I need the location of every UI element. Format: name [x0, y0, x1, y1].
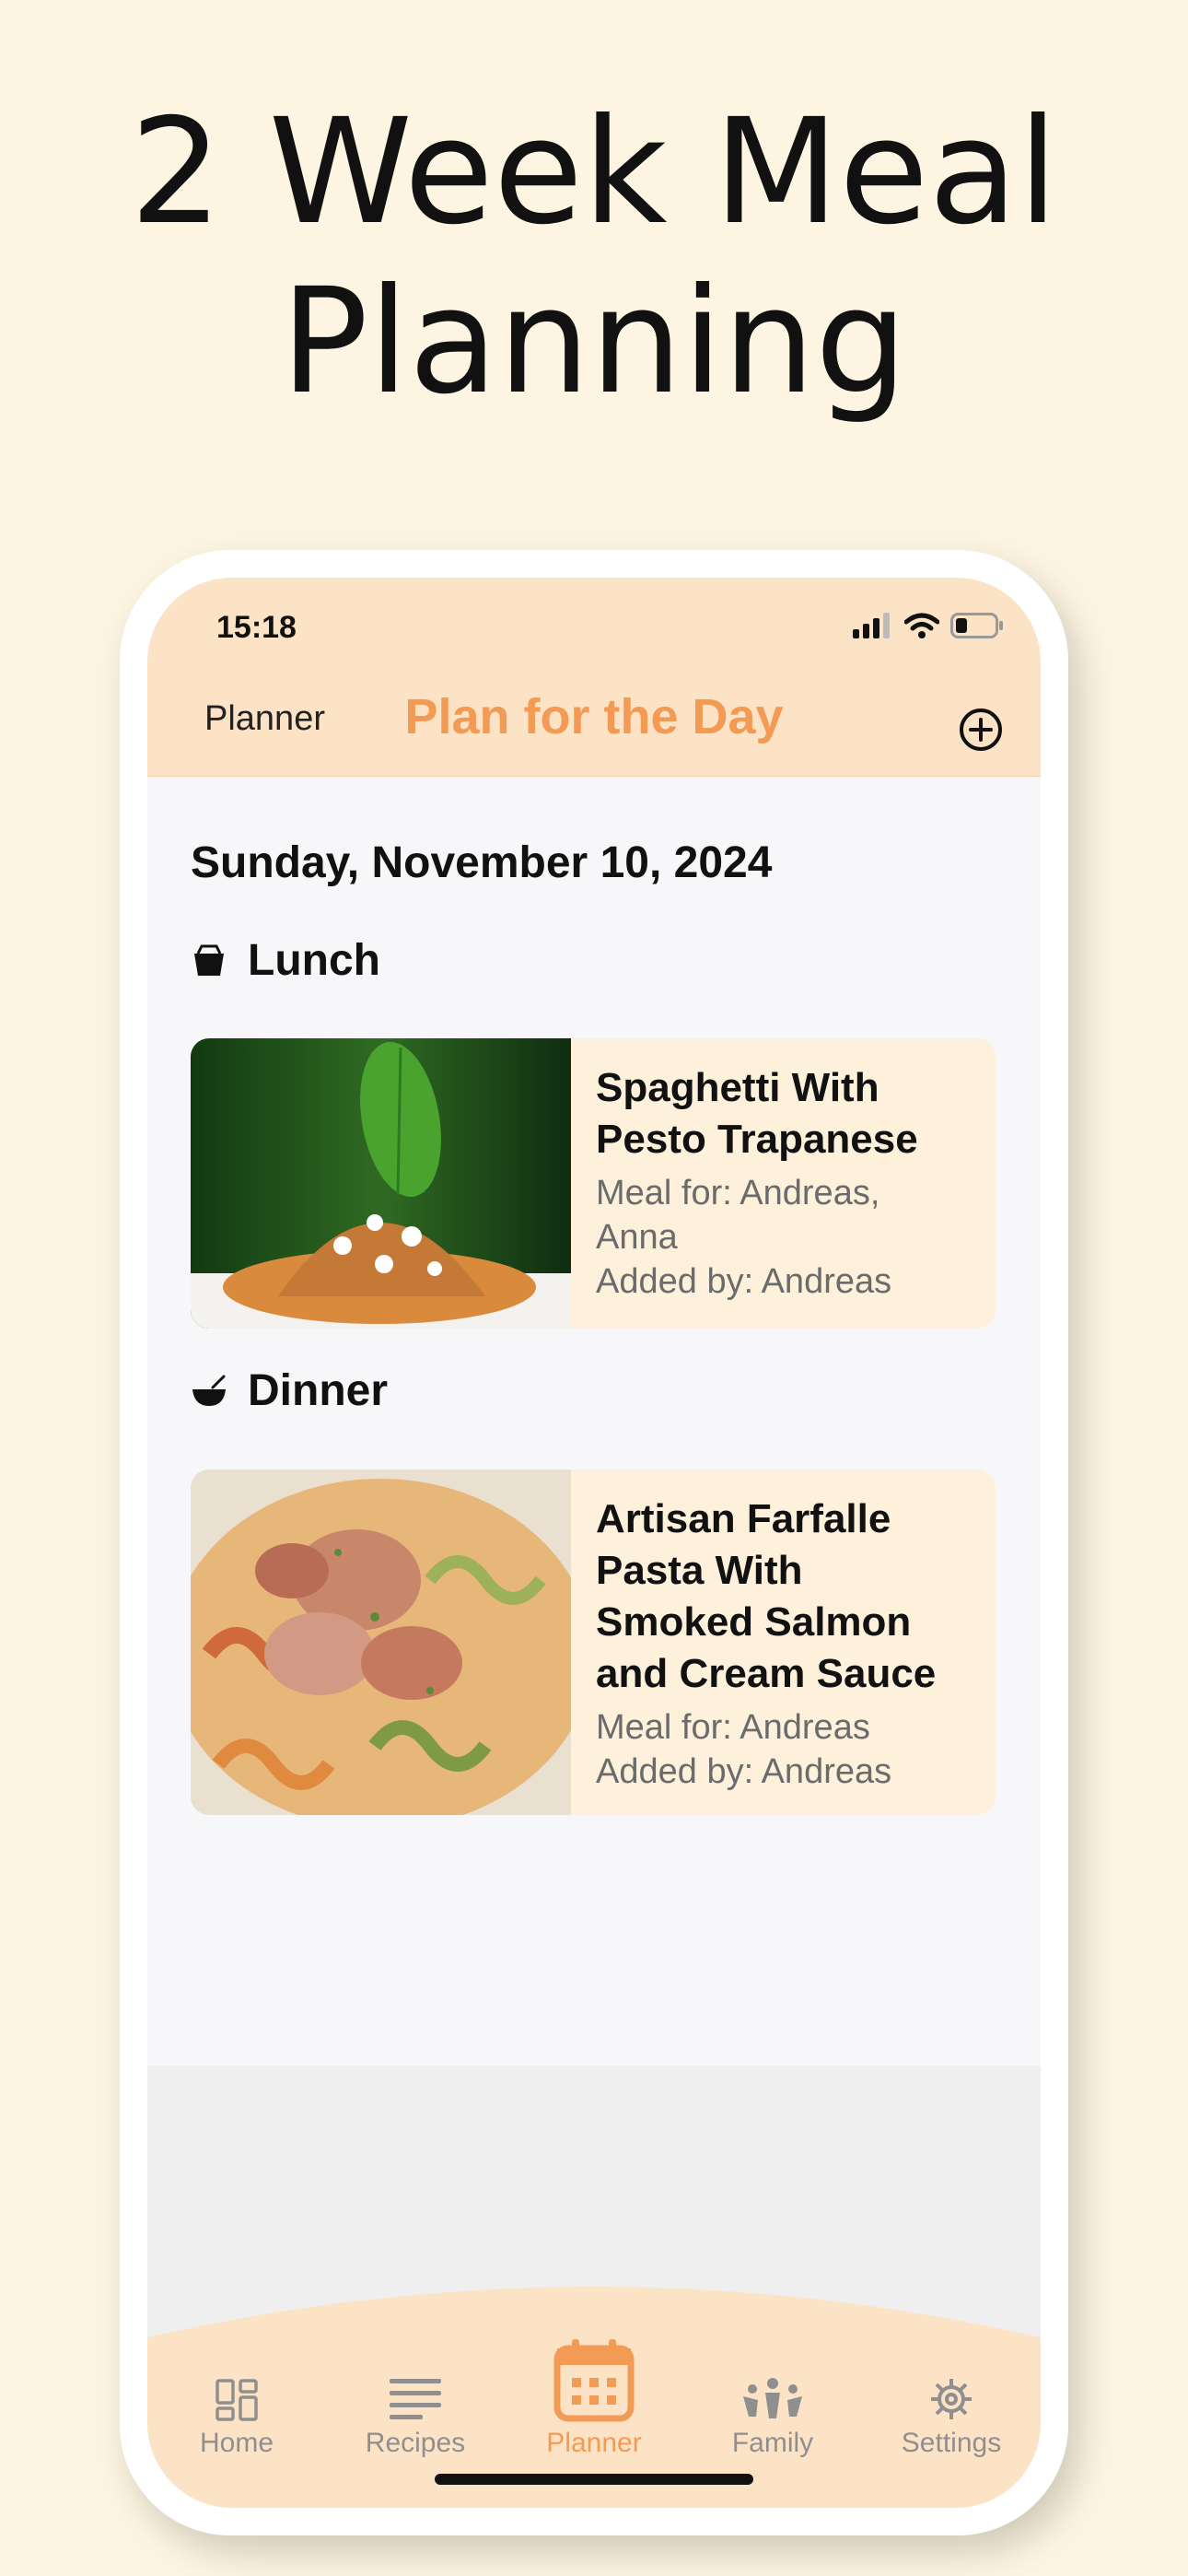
meal-photo: [191, 1038, 571, 1329]
meal-for-line: Meal for: Andreas,: [596, 1174, 880, 1212]
meal-for-line: Meal for: Andreas: [596, 1708, 870, 1747]
meal-name-line: Pasta With: [596, 1548, 803, 1593]
meal-name-line: Artisan Farfalle: [596, 1496, 891, 1541]
section-label: Lunch: [248, 936, 380, 985]
section-lunch-title: Lunch: [191, 935, 380, 986]
meal-card-lunch[interactable]: Spaghetti With Pesto Trapanese Meal for:…: [191, 1038, 996, 1329]
meal-for: Meal for: Andreas: [596, 1705, 977, 1750]
meal-info: Artisan Farfalle Pasta With Smoked Salmo…: [596, 1493, 977, 1794]
calendar-icon: [553, 2339, 635, 2422]
meal-name: Spaghetti With Pesto Trapanese: [596, 1062, 977, 1165]
phone-frame: 15:18 Planner Plan for the Day Sunday, N…: [120, 550, 1068, 2535]
tab-label: Family: [731, 2428, 814, 2458]
meal-info: Spaghetti With Pesto Trapanese Meal for:…: [596, 1062, 977, 1304]
meal-for-line: Anna: [596, 1218, 678, 1257]
takeout-box-icon: [194, 944, 224, 976]
tab-label: Home: [199, 2428, 274, 2458]
grid-icon: [215, 2379, 258, 2421]
navigation-header: 15:18 Planner Plan for the Day: [147, 578, 1041, 777]
bowl-icon: [192, 1375, 226, 1406]
meal-photo: [191, 1469, 571, 1815]
section-label: Dinner: [248, 1366, 389, 1415]
list-icon: [390, 2379, 441, 2419]
meal-name-line: Pesto Trapanese: [596, 1117, 918, 1162]
meal-name-line: Spaghetti With: [596, 1065, 879, 1110]
headline-line-2: Planning: [280, 257, 908, 427]
meal-card-dinner[interactable]: Artisan Farfalle Pasta With Smoked Salmo…: [191, 1469, 996, 1815]
tab-family[interactable]: Family: [683, 2337, 862, 2459]
status-icons: [853, 613, 1004, 638]
plus-circle-icon[interactable]: [958, 707, 1004, 753]
page-title: Plan for the Day: [404, 689, 784, 744]
added-by: Added by: Andreas: [596, 1262, 892, 1301]
home-indicator[interactable]: [435, 2474, 753, 2485]
meal-name-line: and Cream Sauce: [596, 1651, 937, 1696]
gear-icon: [931, 2379, 972, 2419]
battery-icon: [950, 613, 1003, 638]
meal-name: Artisan Farfalle Pasta With Smoked Salmo…: [596, 1493, 977, 1700]
tab-settings[interactable]: Settings: [862, 2337, 1041, 2459]
meal-name-line: Smoked Salmon: [596, 1599, 912, 1645]
headline-line-1: 2 Week Meal: [129, 88, 1059, 257]
status-time: 15:18: [216, 610, 297, 645]
meal-for: Meal for: Andreas, Anna: [596, 1171, 977, 1259]
date-heading: Sunday, November 10, 2024: [191, 838, 773, 887]
wifi-icon: [904, 613, 939, 638]
signal-icon: [853, 613, 890, 638]
tab-label: Settings: [901, 2428, 1002, 2458]
tab-recipes[interactable]: Recipes: [326, 2337, 505, 2459]
tab-planner[interactable]: Planner: [505, 2337, 683, 2459]
tab-label: Planner: [546, 2428, 642, 2458]
tab-home[interactable]: Home: [147, 2337, 326, 2459]
promo-headline: 2 Week Meal Planning: [0, 88, 1188, 427]
app-screen: 15:18 Planner Plan for the Day Sunday, N…: [147, 578, 1041, 2508]
added-by: Added by: Andreas: [596, 1752, 892, 1791]
section-dinner-title: Dinner: [191, 1365, 388, 1416]
people-icon: [743, 2378, 802, 2418]
tab-label: Recipes: [365, 2428, 466, 2458]
